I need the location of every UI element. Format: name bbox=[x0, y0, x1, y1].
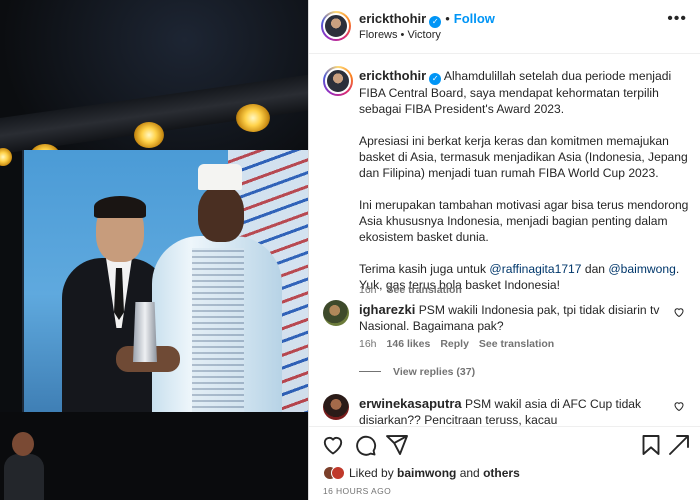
caption-username[interactable]: erickthohir bbox=[359, 68, 426, 83]
caption-meta: 16h See translation bbox=[359, 284, 472, 296]
more-icon[interactable]: ••• bbox=[667, 10, 687, 28]
replies-line bbox=[359, 371, 381, 372]
stage-spotlight bbox=[236, 104, 270, 132]
comment-age: 16h bbox=[359, 338, 377, 350]
comments-scroll-area[interactable]: erickthohir ✓ Alhamdulillah setelah dua p… bbox=[309, 54, 700, 426]
liked-by-and: and bbox=[456, 466, 484, 480]
caption-text: erickthohir ✓ Alhamdulillah setelah dua p… bbox=[359, 68, 693, 293]
liked-by-prefix: Liked by bbox=[349, 466, 398, 480]
caption-age: 16h bbox=[359, 284, 377, 296]
comment-meta: 16h 146 likes Reply See translation bbox=[359, 338, 564, 350]
award-trophy bbox=[133, 302, 157, 362]
mention-baimwong[interactable]: @baimwong bbox=[608, 262, 675, 276]
liked-by-line: Liked by baimwong and others bbox=[323, 466, 520, 480]
comment-like-icon[interactable] bbox=[673, 306, 685, 318]
post-sidebar: erickthohir ✓ • Follow Florews • Victory ••… bbox=[308, 0, 700, 500]
commenter-username[interactable]: erwinekasaputra bbox=[359, 396, 462, 411]
award-presenter bbox=[152, 164, 282, 414]
liked-by-others[interactable]: others bbox=[483, 466, 520, 480]
post-location[interactable]: Florews • Victory bbox=[359, 29, 441, 41]
see-translation-link[interactable]: See translation bbox=[387, 284, 462, 296]
comment-like-icon[interactable] bbox=[673, 400, 685, 412]
liker-avatar[interactable] bbox=[331, 466, 345, 480]
post-media[interactable] bbox=[0, 0, 308, 500]
verified-badge-icon: ✓ bbox=[429, 16, 442, 28]
comment-text: igharezki PSM wakili Indonesia pak, tpi … bbox=[359, 302, 673, 334]
stage-spotlight bbox=[134, 122, 164, 148]
view-replies-label: View replies (37) bbox=[393, 366, 476, 378]
post-timestamp[interactable]: 16 HOURS AGO bbox=[323, 486, 391, 496]
bookmark-icon[interactable] bbox=[639, 433, 663, 457]
share-icon[interactable] bbox=[385, 433, 409, 457]
author-username[interactable]: erickthohir bbox=[359, 11, 426, 26]
view-replies-button[interactable]: View replies (37) bbox=[359, 366, 475, 378]
heart-icon[interactable] bbox=[321, 433, 345, 457]
follow-button[interactable]: Follow bbox=[454, 11, 495, 26]
post-actions-bar bbox=[309, 426, 700, 462]
caption-paragraph-3: Ini merupakan tambahan motivasi agar bis… bbox=[359, 198, 692, 244]
verified-badge-icon: ✓ bbox=[429, 73, 442, 85]
liked-by-user[interactable]: baimwong bbox=[397, 466, 456, 480]
caption-paragraph-2: Apresiasi ini berkat kerja keras dan kom… bbox=[359, 134, 692, 180]
commenter-avatar[interactable] bbox=[323, 394, 349, 420]
comment-text: erwinekasaputra PSM wakil asia di AFC Cu… bbox=[359, 396, 673, 426]
send-icon[interactable] bbox=[667, 433, 691, 457]
caption-paragraph-4-start: Terima kasih juga untuk bbox=[359, 262, 490, 276]
caption-avatar[interactable] bbox=[323, 66, 353, 96]
commenter-avatar[interactable] bbox=[323, 300, 349, 326]
caption-paragraph-4-mid: dan bbox=[581, 262, 609, 276]
stage-floor bbox=[0, 412, 308, 500]
mention-raffinagita[interactable]: @raffinagita1717 bbox=[489, 262, 581, 276]
author-avatar[interactable] bbox=[321, 11, 351, 41]
reply-button[interactable]: Reply bbox=[440, 338, 469, 350]
commenter-username[interactable]: igharezki bbox=[359, 302, 415, 317]
comment-icon[interactable] bbox=[353, 433, 377, 457]
separator-dot: • bbox=[445, 11, 450, 26]
audience-member bbox=[4, 432, 44, 500]
comment-likes-count[interactable]: 146 likes bbox=[387, 338, 431, 350]
author-line: erickthohir ✓ • Follow bbox=[359, 11, 495, 28]
post-header: erickthohir ✓ • Follow Florews • Victory ••… bbox=[309, 0, 700, 54]
see-translation-link[interactable]: See translation bbox=[479, 338, 554, 350]
